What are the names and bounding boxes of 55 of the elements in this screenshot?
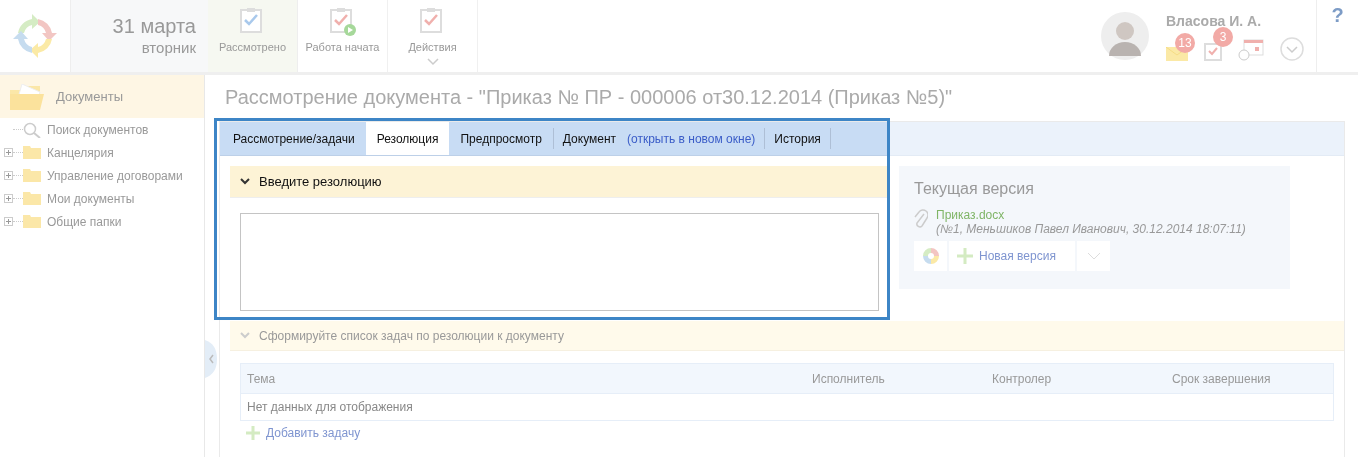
folder-icon [23, 192, 41, 205]
calendar-icon [1238, 39, 1264, 61]
clipboard-check-icon [1204, 41, 1222, 61]
sidebar-header[interactable]: Документы [0, 75, 204, 118]
page-title: Рассмотрение документа - "Приказ № ПР - 000006 от30.12.2014 (Приказ №5)" [224, 85, 954, 110]
toolbar-button[interactable]: Рассмотрено [208, 0, 298, 72]
folder-icon [10, 83, 44, 110]
caret-icon [240, 178, 250, 185]
plus-icon [957, 248, 973, 264]
avatar [1101, 12, 1149, 60]
section-header[interactable]: Сформируйте список задач по резолюции к документу [230, 321, 1344, 351]
clipboard-check-icon [327, 6, 358, 36]
user-name: Власова И. А. [1166, 13, 1263, 29]
tab[interactable]: История [774, 131, 821, 146]
tree-item[interactable]: Мои документы [47, 191, 135, 206]
column-header: Срок завершения [1171, 371, 1272, 386]
section-header[interactable]: Введите резолюцию [230, 166, 890, 198]
column-header: Контролер [991, 371, 1053, 386]
tab[interactable]: Рассмотрение/задачи [233, 131, 355, 146]
logo-icon [922, 248, 939, 264]
resolution-field[interactable] [240, 213, 879, 311]
date-text: 31 марта [112, 14, 196, 38]
add-task-link[interactable]: Добавить задачу [246, 426, 361, 440]
caret-icon [426, 58, 439, 66]
tree-item[interactable]: Поиск документов [47, 122, 149, 137]
count-badge: 3 [1213, 27, 1233, 47]
chevron-down-icon [1280, 37, 1304, 61]
column-header: Исполнитель [811, 371, 886, 386]
tree-item[interactable]: Канцелярия [47, 145, 114, 160]
open-in-new-window-link[interactable]: (открыть в новом окне) [627, 131, 756, 146]
caret-icon [1086, 252, 1101, 260]
folder-icon [23, 169, 41, 182]
tab[interactable]: Документ [562, 131, 617, 146]
expand-icon[interactable] [4, 194, 13, 203]
folder-icon [23, 215, 41, 228]
file-details: (№1, Меньшиков Павел Иванович, 30.12.2014 18:07:11) [936, 222, 1246, 236]
caret-icon [240, 332, 250, 339]
weekday-text: вторник [141, 38, 196, 58]
expand-icon[interactable] [4, 217, 13, 226]
section-title: Текущая версия [914, 180, 1035, 198]
tree-item[interactable]: Управление договорами [47, 168, 183, 183]
app-button[interactable] [914, 241, 947, 271]
folder-icon [23, 146, 41, 159]
tree-item[interactable]: Общие папки [47, 214, 122, 229]
column-header: Тема [246, 371, 277, 386]
paperclip-icon [914, 208, 928, 230]
plus-icon [246, 426, 260, 440]
expand-icon[interactable] [4, 171, 13, 180]
count-badge: 13 [1175, 33, 1195, 53]
collapse-handle [205, 340, 217, 378]
new-version-button[interactable]: Новая версия [949, 241, 1075, 271]
tab[interactable]: Предпросмотр [460, 131, 542, 146]
file-link[interactable]: Приказ.docx [936, 208, 1246, 222]
expand-icon[interactable] [4, 148, 13, 157]
empty-message: Нет данных для отображения [246, 399, 414, 416]
